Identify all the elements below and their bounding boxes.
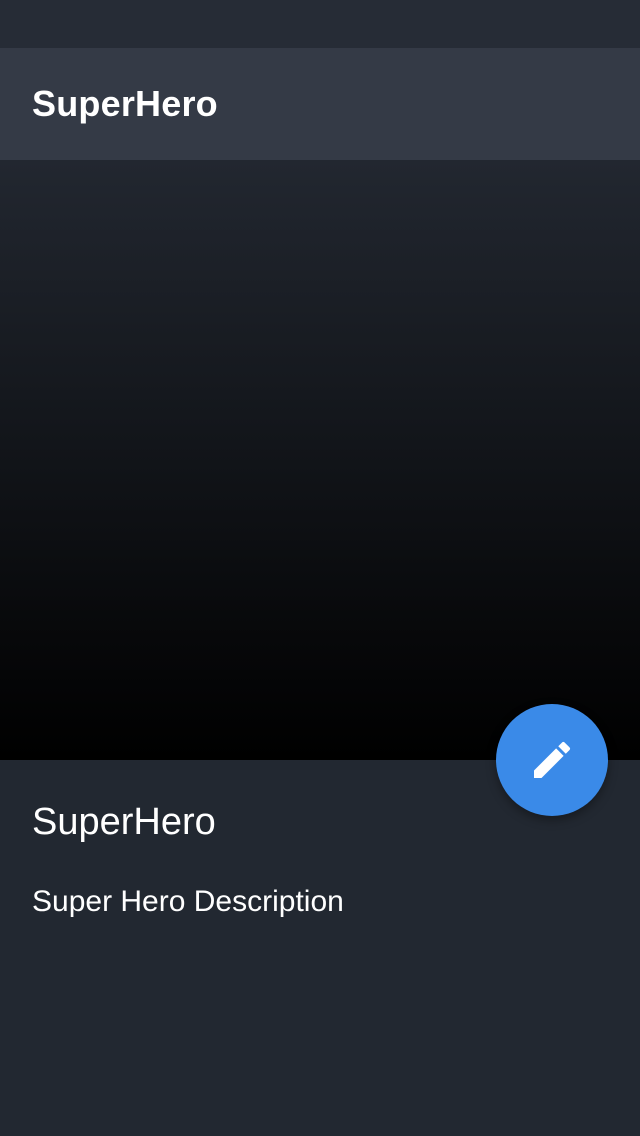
hero-description: Super Hero Description bbox=[32, 885, 344, 918]
app-bar: SuperHero bbox=[0, 48, 640, 160]
app-bar-title: SuperHero bbox=[32, 83, 218, 124]
hero-image bbox=[0, 160, 640, 760]
status-bar bbox=[0, 0, 640, 48]
hero-name: SuperHero bbox=[32, 801, 216, 843]
pencil-edit-icon bbox=[528, 736, 576, 784]
edit-button[interactable] bbox=[496, 704, 608, 816]
